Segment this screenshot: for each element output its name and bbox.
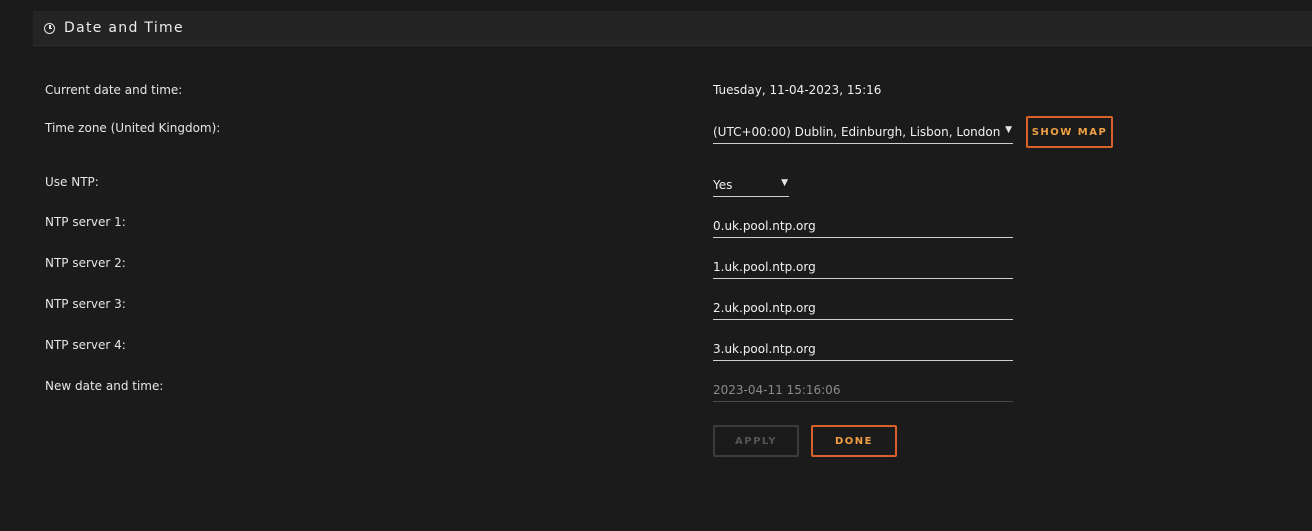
ntp-server-2-value: 1.uk.pool.ntp.org — [713, 260, 816, 274]
timezone-select[interactable]: (UTC+00:00) Dublin, Edinburgh, Lisbon, L… — [713, 121, 1013, 144]
ntp-server-3-label: NTP server 3: — [45, 297, 126, 311]
ntp-server-3-input[interactable]: 2.uk.pool.ntp.org — [713, 297, 1013, 320]
done-button[interactable]: DONE — [811, 425, 897, 457]
ntp-server-3-value: 2.uk.pool.ntp.org — [713, 301, 816, 315]
panel-header: Date and Time — [33, 11, 1312, 46]
ntp-server-1-value: 0.uk.pool.ntp.org — [713, 219, 816, 233]
apply-button[interactable]: APPLY — [713, 425, 799, 457]
new-date-value: 2023-04-11 15:16:06 — [713, 383, 841, 397]
clock-icon — [44, 22, 55, 34]
use-ntp-select[interactable]: Yes ▼ — [713, 174, 789, 197]
ntp-server-1-input[interactable]: 0.uk.pool.ntp.org — [713, 215, 1013, 238]
use-ntp-label: Use NTP: — [45, 175, 99, 189]
current-date-label: Current date and time: — [45, 83, 183, 97]
ntp-server-4-input[interactable]: 3.uk.pool.ntp.org — [713, 338, 1013, 361]
ntp-server-4-value: 3.uk.pool.ntp.org — [713, 342, 816, 356]
new-date-label: New date and time: — [45, 379, 164, 393]
ntp-server-4-label: NTP server 4: — [45, 338, 126, 352]
panel-title: Date and Time — [64, 20, 184, 36]
dropdown-arrow-icon: ▼ — [781, 178, 788, 188]
show-map-button[interactable]: SHOW MAP — [1026, 116, 1113, 148]
current-date-value: Tuesday, 11-04-2023, 15:16 — [713, 83, 882, 97]
ntp-server-2-label: NTP server 2: — [45, 256, 126, 270]
dropdown-arrow-icon: ▼ — [1005, 125, 1012, 135]
new-date-input[interactable]: 2023-04-11 15:16:06 — [713, 379, 1013, 402]
ntp-server-1-label: NTP server 1: — [45, 215, 126, 229]
ntp-server-2-input[interactable]: 1.uk.pool.ntp.org — [713, 256, 1013, 279]
use-ntp-value: Yes — [713, 178, 733, 192]
timezone-value: (UTC+00:00) Dublin, Edinburgh, Lisbon, L… — [713, 125, 1001, 139]
timezone-label: Time zone (United Kingdom): — [45, 121, 221, 135]
